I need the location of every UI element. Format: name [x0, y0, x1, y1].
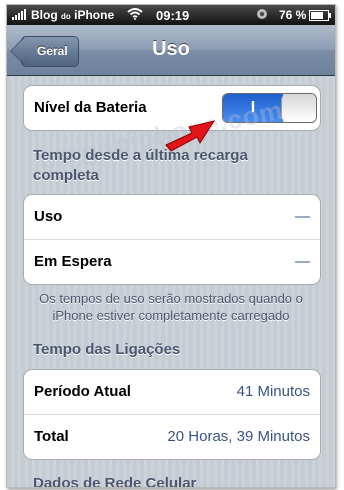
toggle-knob[interactable]: [281, 94, 316, 122]
wifi-icon: [127, 8, 143, 20]
signal-strength-icon: [12, 9, 26, 20]
rotation-lock-icon: [257, 9, 267, 19]
row-value: —: [295, 208, 310, 225]
row-label: Uso: [34, 208, 63, 225]
list-item: Total 20 Horas, 39 Minutos: [24, 415, 320, 459]
section-header-cellular: Dados de Rede Celular: [33, 475, 197, 488]
list-item: Em Espera —: [24, 240, 320, 284]
section-header-calls: Tempo das Ligações: [33, 341, 181, 358]
row-label: Período Atual: [34, 383, 131, 400]
battery-level-label: Nível da Bateria: [34, 99, 147, 116]
navigation-bar: Geral Uso: [7, 25, 335, 76]
row-label: Em Espera: [34, 253, 112, 270]
row-label: Total: [34, 428, 69, 445]
status-bar: Blog do iPhone 09:19 76 %: [7, 5, 335, 25]
page-title: Uso: [152, 38, 190, 60]
section-header-since-charge: Tempo desde a última recarga completa: [33, 147, 248, 184]
list-item: Período Atual 41 Minutos: [24, 370, 320, 415]
row-value: 20 Horas, 39 Minutos: [167, 428, 310, 445]
status-time: 09:19: [156, 8, 190, 23]
usage-footnote: Os tempos de uso serão mostrados quando …: [39, 291, 303, 323]
battery-icon: [309, 10, 331, 21]
list-item: Uso —: [24, 195, 320, 240]
row-value: —: [295, 253, 310, 270]
row-value: 41 Minutos: [236, 383, 310, 400]
battery-percentage: 76 %: [279, 8, 307, 22]
carrier-name: Blog do iPhone: [31, 8, 115, 22]
iphone-screen: Blog do iPhone 09:19 76 % Geral Uso Níve…: [6, 4, 336, 488]
since-charge-group: Uso — Em Espera —: [23, 194, 321, 285]
settings-content[interactable]: Nível da Bateria I blogdoiphone.com Temp…: [7, 76, 335, 487]
call-time-group: Período Atual 41 Minutos Total 20 Horas,…: [23, 369, 321, 460]
